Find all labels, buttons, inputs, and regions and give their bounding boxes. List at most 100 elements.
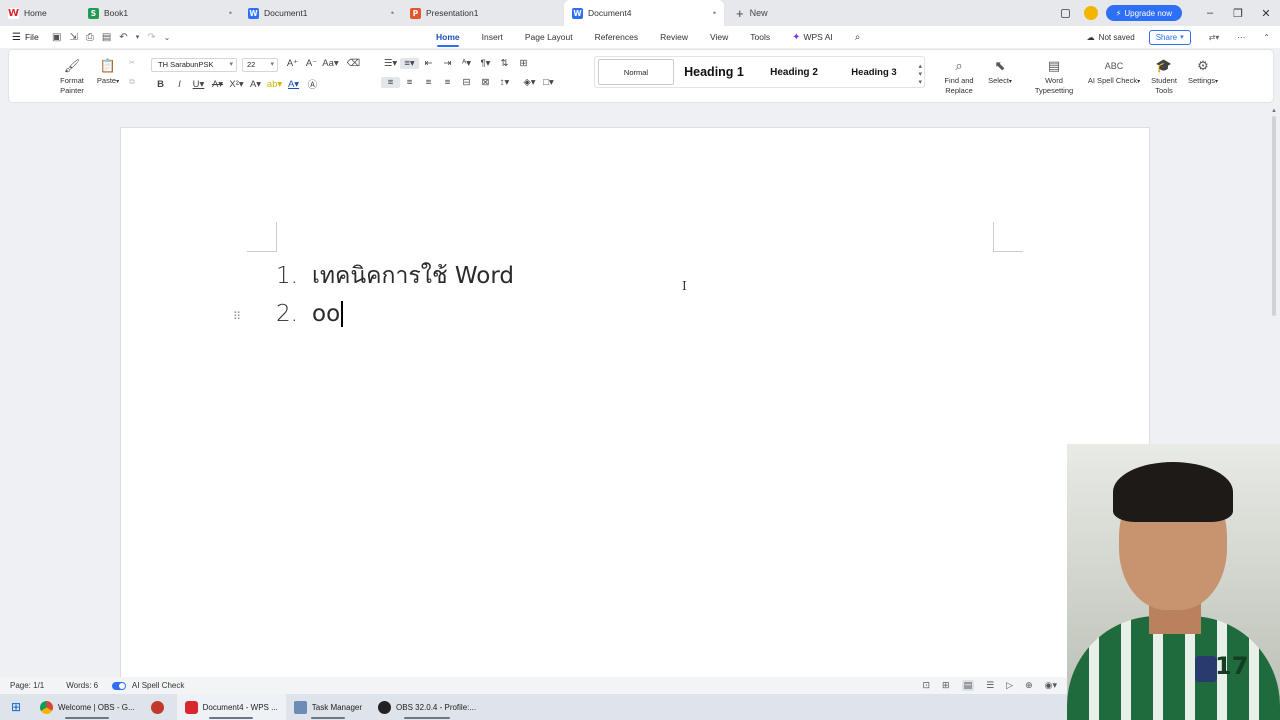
share-button[interactable]: Share ▾: [1148, 29, 1191, 45]
read-mode-icon[interactable]: ⊞: [942, 680, 950, 691]
underline-icon[interactable]: U▾: [189, 79, 208, 90]
shading-icon[interactable]: ◈▾: [520, 77, 539, 88]
style-heading-2[interactable]: Heading 2: [754, 67, 834, 78]
word-typesetting-button[interactable]: ▤ Word Typesetting: [1029, 58, 1079, 95]
tab-tools[interactable]: Tools: [750, 26, 770, 48]
student-tools-button[interactable]: 🎓 Student Tools: [1149, 58, 1179, 95]
search-button[interactable]: ⌕: [855, 26, 861, 48]
highlight-icon[interactable]: ab▾: [265, 79, 284, 90]
bold-icon[interactable]: B: [151, 79, 170, 90]
tab-home-ribbon[interactable]: Home: [436, 26, 460, 48]
print-icon[interactable]: ⎙: [86, 32, 94, 43]
upgrade-button[interactable]: ⚡ Upgrade now: [1105, 5, 1182, 21]
select-button[interactable]: ⬉ Select▾: [983, 58, 1017, 88]
more-icon[interactable]: ⋯: [1237, 33, 1245, 42]
print-preview-icon[interactable]: ▤: [102, 32, 111, 43]
text-effect-icon[interactable]: A▾: [246, 79, 265, 90]
tab-insert[interactable]: Insert: [482, 26, 503, 48]
strikethrough-icon[interactable]: A▾: [208, 79, 227, 90]
outline-view-icon[interactable]: ☰: [986, 680, 994, 691]
paragraph-mark-icon[interactable]: ¶▾: [476, 58, 495, 69]
drag-handle-icon[interactable]: ⠿: [233, 310, 241, 323]
list-item[interactable]: 1. เทคนิคการใช้ Word: [276, 258, 514, 294]
sort-icon[interactable]: ⇅: [495, 58, 514, 69]
list-item[interactable]: 2. oo: [276, 301, 343, 327]
increase-indent-icon[interactable]: ⇥: [438, 58, 457, 69]
windows-start-icon[interactable]: ⊞: [0, 700, 32, 714]
shrink-font-icon[interactable]: A⁻: [302, 58, 321, 69]
font-name-select[interactable]: TH SarabunPSK ▾: [151, 58, 237, 72]
distribute-icon[interactable]: ⊟: [457, 77, 476, 88]
find-replace-button[interactable]: ⌕ Find and Replace: [939, 58, 979, 95]
borders-icon[interactable]: □▾: [539, 77, 558, 88]
tab-view[interactable]: View: [710, 26, 728, 48]
line-spacing-icon[interactable]: ↕▾: [495, 77, 514, 88]
change-case-icon[interactable]: Aa▾: [321, 58, 340, 69]
paste-button[interactable]: 📋 Paste▾: [93, 58, 123, 88]
clear-format-icon[interactable]: ⌫: [344, 58, 363, 69]
style-heading-3[interactable]: Heading 3: [834, 67, 914, 78]
bullets-icon[interactable]: ☰▾: [381, 58, 400, 69]
redo-icon[interactable]: ↷: [147, 32, 155, 43]
page-view-icon[interactable]: ▤: [961, 680, 975, 691]
new-tab-button[interactable]: + New: [724, 0, 776, 26]
web-view-icon[interactable]: ⊕: [1025, 680, 1033, 691]
wps-ai-button[interactable]: ✦ WPS AI: [792, 26, 833, 48]
settings-button[interactable]: ⚙ Settings▾: [1185, 58, 1221, 88]
columns-icon[interactable]: ⊠: [476, 77, 495, 88]
file-menu-button[interactable]: ☰ File: [0, 32, 48, 43]
superscript-icon[interactable]: X²▾: [227, 79, 246, 90]
tab-document4[interactable]: W Document4 •: [564, 0, 724, 26]
cut-icon[interactable]: ✂: [126, 58, 138, 68]
taskbar-item-obs[interactable]: OBS 32.0.4 - Profile:...: [370, 694, 484, 720]
tab-references[interactable]: References: [595, 26, 638, 48]
tab-review[interactable]: Review: [660, 26, 688, 48]
ai-spell-check-button[interactable]: ABC AI Spell Check▾: [1085, 58, 1143, 88]
restore-icon[interactable]: ❐: [1224, 7, 1252, 20]
style-heading-1[interactable]: Heading 1: [674, 65, 754, 79]
align-right-icon[interactable]: ≡: [419, 77, 438, 88]
undo-icon[interactable]: ↶: [119, 32, 127, 43]
close-icon[interactable]: •: [391, 8, 394, 18]
taskbar-item-app[interactable]: [143, 694, 177, 720]
window-layout-icon[interactable]: [1060, 8, 1070, 18]
justify-icon[interactable]: ≡: [438, 77, 457, 88]
tab-page-layout[interactable]: Page Layout: [525, 26, 573, 48]
undo-dropdown-icon[interactable]: ▾: [136, 33, 140, 41]
cloud-sync-icon[interactable]: ⇄▾: [1209, 33, 1220, 42]
save-status[interactable]: ☁ Not saved: [1087, 33, 1135, 42]
table-icon[interactable]: ⊞: [514, 58, 533, 69]
italic-icon[interactable]: I: [170, 79, 189, 90]
close-icon[interactable]: •: [229, 8, 232, 18]
character-border-icon[interactable]: Ⓐ: [303, 77, 322, 91]
close-icon[interactable]: •: [713, 8, 716, 18]
taskbar-item-task-manager[interactable]: Task Manager: [286, 694, 370, 720]
vertical-scrollbar[interactable]: ▲: [1271, 108, 1277, 328]
font-color-icon[interactable]: A▾: [284, 79, 303, 90]
tab-book1[interactable]: S Book1 •: [80, 0, 240, 26]
align-center-icon[interactable]: ≡: [400, 77, 419, 88]
collapse-ribbon-icon[interactable]: ⌃: [1263, 33, 1270, 42]
avatar[interactable]: [1083, 6, 1098, 20]
numbering-icon[interactable]: ≡▾: [400, 58, 419, 69]
minimize-icon[interactable]: –: [1196, 7, 1224, 19]
scroll-up-icon[interactable]: ▲: [1271, 108, 1277, 114]
document-page[interactable]: 1. เทคนิคการใช้ Word 2. oo ⠿ I: [121, 128, 1149, 688]
page-count[interactable]: Page: 1/1: [10, 681, 44, 690]
close-window-icon[interactable]: ✕: [1252, 7, 1280, 20]
export-icon[interactable]: ⇲: [69, 32, 77, 43]
taskbar-item-chrome[interactable]: Welcome | OBS - G...: [32, 694, 143, 720]
eye-protection-icon[interactable]: ◉▾: [1045, 680, 1057, 691]
focus-mode-icon[interactable]: ⊡: [922, 680, 930, 691]
format-painter-button[interactable]: 🖌 Format Painter: [57, 58, 87, 95]
scroll-thumb[interactable]: [1272, 116, 1276, 316]
style-normal[interactable]: Normal: [598, 59, 674, 85]
taskbar-item-wps[interactable]: Document4 - WPS ...: [176, 694, 286, 720]
styles-more-icon[interactable]: ▴ ▾ ▾: [918, 63, 922, 87]
spell-check-toggle[interactable]: AI Spell Check: [112, 681, 184, 690]
font-size-select[interactable]: 22 ▾: [242, 58, 278, 72]
grow-font-icon[interactable]: A⁺: [283, 58, 302, 69]
tab-presentation1[interactable]: P Presentation1: [402, 0, 564, 26]
toggle-switch[interactable]: [112, 681, 127, 690]
copy-icon[interactable]: ⧉: [126, 77, 138, 87]
